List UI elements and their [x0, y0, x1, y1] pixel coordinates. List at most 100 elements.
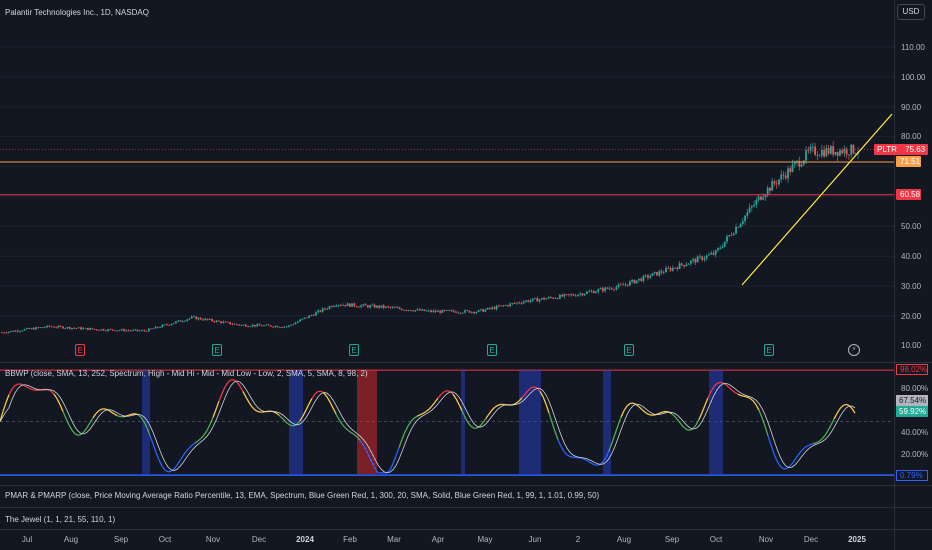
bbwp-line-segment — [308, 398, 313, 405]
bbwp-line-segment — [674, 416, 679, 421]
candle-body — [326, 308, 329, 310]
time-axis-label: Jun — [528, 535, 542, 544]
candle — [68, 326, 71, 330]
candle-body — [387, 306, 390, 308]
candle-body — [604, 287, 606, 292]
candle — [500, 305, 503, 307]
candle-body — [59, 325, 62, 327]
price-axis-border — [894, 0, 895, 550]
candle-body — [529, 300, 532, 302]
currency-button[interactable]: USD — [897, 4, 925, 20]
earnings-icon[interactable]: E — [764, 344, 774, 356]
candle — [520, 301, 523, 306]
candle — [434, 309, 437, 314]
candle-body — [37, 327, 40, 329]
candle — [170, 323, 173, 326]
candle-body — [441, 309, 444, 313]
candle — [744, 214, 746, 225]
bbwp-line-segment — [452, 393, 457, 399]
bbwp-line-segment — [254, 409, 259, 413]
candle — [150, 328, 152, 330]
candle-body — [373, 304, 376, 308]
candle-body — [568, 294, 570, 295]
candle-body — [48, 325, 51, 327]
candle-body — [825, 147, 828, 157]
bbwp-line-segment — [68, 424, 73, 431]
jewel-legend[interactable]: The Jewel (1, 1, 21, 55, 110, 1) — [5, 515, 115, 524]
bbwp-line-segment — [281, 417, 286, 422]
bbwp-line-segment — [554, 431, 559, 440]
candle — [834, 151, 837, 156]
candle — [479, 309, 482, 312]
pane-divider[interactable] — [0, 485, 932, 486]
candle-body — [400, 308, 403, 311]
candle — [274, 325, 277, 329]
bbwp-line-segment — [482, 417, 487, 423]
candle — [37, 326, 40, 329]
earnings-icon[interactable]: E — [75, 344, 85, 356]
candle-body — [848, 154, 850, 156]
candle — [265, 323, 268, 326]
candle — [407, 309, 410, 312]
candle — [437, 309, 439, 312]
candle-body — [683, 265, 685, 267]
bbwp-line-segment — [200, 434, 205, 439]
candle-body — [726, 236, 728, 242]
earnings-icon[interactable]: E — [212, 344, 222, 356]
candle — [531, 298, 534, 303]
candle-body — [615, 286, 618, 290]
candle — [107, 328, 110, 332]
candle — [46, 325, 49, 328]
candle-body — [315, 312, 317, 316]
candle — [57, 324, 60, 329]
candle-body — [84, 327, 87, 329]
pmarp-legend[interactable]: PMAR & PMARP (close, Price Moving Averag… — [5, 491, 599, 500]
candle-body — [789, 168, 792, 172]
bbwp-indicator-chart[interactable] — [0, 363, 894, 485]
bbwp-line-segment — [701, 404, 706, 413]
candle-body — [145, 331, 148, 332]
candle — [360, 304, 363, 309]
candle — [66, 326, 69, 330]
bbwp-line-segment — [218, 393, 223, 402]
candle-body — [335, 305, 338, 307]
earnings-icon[interactable]: E — [624, 344, 634, 356]
candle — [127, 329, 130, 332]
bbwp-line-segment — [809, 443, 814, 446]
candle — [809, 143, 812, 154]
candle — [642, 274, 645, 283]
candle-body — [446, 310, 448, 311]
candle-body — [547, 297, 550, 299]
earnings-icon[interactable]: E — [487, 344, 497, 356]
candle-body — [807, 150, 810, 151]
bbwp-line-segment — [440, 391, 445, 395]
candle — [649, 273, 652, 280]
candle — [34, 326, 37, 330]
earnings-icon[interactable]: E — [349, 344, 359, 356]
bbwp-legend[interactable]: BBWP (close, SMA, 13, 252, Spectrum, Hig… — [5, 369, 368, 378]
candle — [73, 326, 76, 329]
candle — [7, 331, 10, 334]
candle-body — [50, 326, 53, 328]
candle — [425, 309, 428, 312]
flash-icon[interactable]: ⚡ — [848, 344, 860, 356]
pane-divider[interactable] — [0, 529, 932, 530]
candle-body — [120, 329, 123, 331]
candle-body — [669, 268, 672, 271]
candle-body — [150, 328, 152, 330]
price-chart[interactable] — [0, 0, 894, 362]
candle — [337, 304, 340, 308]
bbwp-line-segment — [113, 413, 118, 417]
pane-divider[interactable] — [0, 507, 932, 508]
candle-body — [376, 305, 378, 308]
bbwp-line-segment — [788, 463, 793, 468]
candle — [25, 327, 28, 330]
candle — [484, 308, 487, 313]
candle-body — [525, 300, 527, 302]
time-axis-label: Feb — [343, 535, 357, 544]
bbwp-line-segment — [116, 414, 121, 418]
candle — [848, 154, 850, 160]
bbwp-line-segment — [542, 396, 547, 405]
candle — [339, 303, 342, 307]
candle — [247, 325, 250, 328]
